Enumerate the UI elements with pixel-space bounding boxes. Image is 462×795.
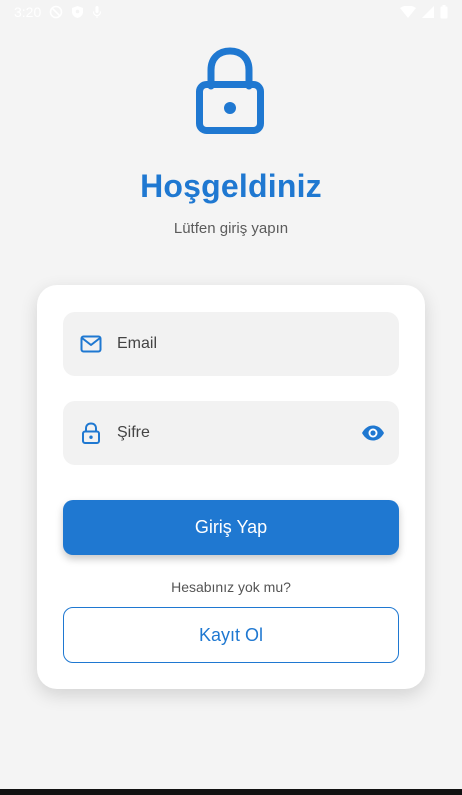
no-disturb-icon [49,5,63,19]
status-time: 3:20 [14,4,42,20]
no-account-prompt: Hesabınız yok mu? [171,579,291,595]
status-left: 3:20 [14,4,102,20]
lock-icon [194,46,266,136]
login-screen: 3:20 Hoşgeldiniz Lütfen giriş yapın Emai… [0,0,462,795]
mail-icon [79,332,103,356]
status-right [400,5,448,19]
shield-icon [71,5,84,19]
battery-icon [440,5,448,19]
password-field[interactable]: Şifre [63,401,399,465]
wifi-icon [400,6,416,18]
welcome-title: Hoşgeldiniz [140,168,322,204]
eye-icon[interactable] [361,421,385,445]
signal-icon [422,6,434,18]
password-placeholder: Şifre [117,424,150,441]
email-field[interactable]: Email [63,312,399,376]
register-button[interactable]: Kayıt Ol [63,607,399,663]
login-button[interactable]: Giriş Yap [63,500,399,555]
navigation-bar [0,789,462,795]
password-lock-icon [79,421,103,445]
login-card: Email Şifre Giriş Yap Hesabınız yok mu? … [37,285,425,689]
mic-icon [92,5,102,19]
welcome-subtitle: Lütfen giriş yapın [173,220,289,237]
email-placeholder: Email [117,335,158,352]
status-bar: 3:20 [0,0,462,24]
